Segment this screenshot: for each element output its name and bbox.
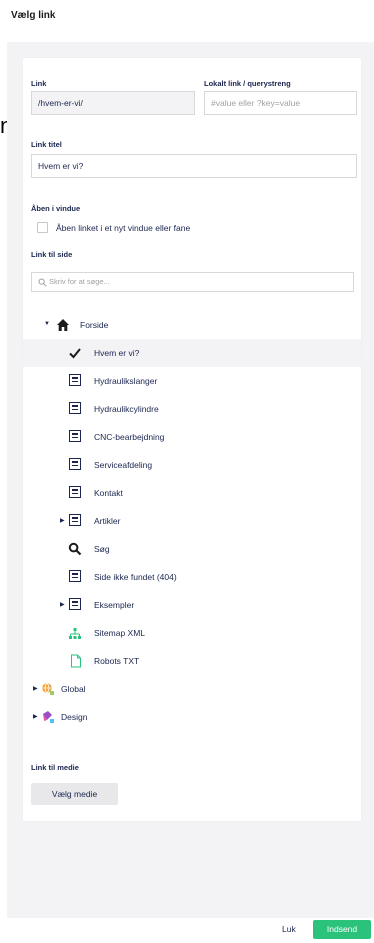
caret-right-icon[interactable]: ▶ bbox=[33, 713, 38, 720]
tree-item-label: Design bbox=[61, 712, 88, 722]
tree-item-hydraulikcylindre[interactable]: Hydraulikcylindre bbox=[23, 395, 361, 423]
tree-item-design[interactable]: ▶ Design bbox=[23, 703, 361, 731]
tree-item-label: Hydraulikslanger bbox=[94, 376, 158, 386]
tree-item-artikler[interactable]: ▶ Artikler bbox=[23, 507, 361, 535]
tree-item-global[interactable]: ▶ Global bbox=[23, 675, 361, 703]
target-label: Åben i vindue bbox=[31, 204, 81, 213]
tree-item-label: Robots TXT bbox=[94, 656, 140, 666]
search-icon bbox=[68, 542, 82, 556]
tree-item-label: Kontakt bbox=[94, 488, 123, 498]
page-icon bbox=[69, 570, 81, 582]
design-icon bbox=[43, 711, 54, 723]
tree-search-input[interactable]: Skriv for at søge... bbox=[31, 272, 354, 292]
search-placeholder: Skriv for at søge... bbox=[49, 277, 110, 286]
caret-down-icon[interactable]: ▼ bbox=[44, 321, 50, 327]
tree-item-sitemap-xml[interactable]: Sitemap XML bbox=[23, 619, 361, 647]
caret-right-icon[interactable]: ▶ bbox=[33, 685, 38, 692]
tree-item-kontakt[interactable]: Kontakt bbox=[23, 479, 361, 507]
tree-item-label: Søg bbox=[94, 544, 110, 554]
tree-item-label: Eksempler bbox=[94, 600, 135, 610]
caret-right-icon[interactable]: ▶ bbox=[60, 517, 65, 524]
tree-item-side-ikke-fundet[interactable]: Side ikke fundet (404) bbox=[23, 563, 361, 591]
tree-item-label: Hvem er vi? bbox=[94, 348, 140, 358]
page-icon bbox=[69, 430, 81, 442]
document-icon bbox=[71, 654, 81, 668]
list-page-icon bbox=[69, 514, 81, 526]
tree-item-eksempler[interactable]: ▶ Eksempler bbox=[23, 591, 361, 619]
tree-item-label: Side ikke fundet (404) bbox=[94, 572, 177, 582]
page-icon bbox=[69, 486, 81, 498]
caret-right-icon[interactable]: ▶ bbox=[60, 601, 65, 608]
anchor-label: Lokalt link / querystreng bbox=[204, 79, 291, 88]
dialog-title: Vælg link bbox=[11, 10, 56, 21]
link-picker-card: Link /hvem-er-vi/ Lokalt link / querystr… bbox=[23, 58, 361, 821]
sitemap-icon bbox=[69, 628, 81, 639]
search-icon bbox=[38, 278, 47, 287]
new-window-checkbox-label[interactable]: Åben linket i et nyt vindue eller fane bbox=[56, 223, 190, 233]
page-icon bbox=[69, 598, 81, 610]
global-icon bbox=[42, 682, 54, 695]
tree-item-robots-txt[interactable]: Robots TXT bbox=[23, 647, 361, 675]
tree-item-hvem-er-vi[interactable]: Hvem er vi? bbox=[23, 339, 361, 367]
tree-item-hydraulikslanger[interactable]: Hydraulikslanger bbox=[23, 367, 361, 395]
link-title-input[interactable]: Hvem er vi? bbox=[31, 154, 357, 178]
tree-item-label: Global bbox=[61, 684, 86, 694]
page-icon bbox=[69, 458, 81, 470]
link-url-field[interactable]: /hvem-er-vi/ bbox=[31, 91, 195, 115]
page-icon bbox=[69, 402, 81, 414]
link-label: Link bbox=[31, 79, 47, 88]
tree-item-forside[interactable]: ▼ Forside bbox=[23, 311, 361, 339]
tree-item-soeg[interactable]: Søg bbox=[23, 535, 361, 563]
page-icon bbox=[69, 374, 81, 386]
page-link-label: Link til side bbox=[31, 250, 73, 259]
checkmark-icon bbox=[69, 348, 81, 359]
tree-item-label: CNC-bearbejdning bbox=[94, 432, 165, 442]
submit-button[interactable]: Indsend bbox=[313, 920, 371, 939]
tree-item-label: Sitemap XML bbox=[94, 628, 146, 638]
tree-item-label: Serviceafdeling bbox=[94, 460, 153, 470]
close-button[interactable]: Luk bbox=[282, 924, 296, 934]
media-label: Link til medie bbox=[31, 763, 79, 772]
tree-item-label: Forside bbox=[80, 320, 109, 330]
tree-item-cnc-bearbejdning[interactable]: CNC-bearbejdning bbox=[23, 423, 361, 451]
anchor-input[interactable]: #value eller ?key=value bbox=[204, 91, 357, 115]
tree-item-serviceafdeling[interactable]: Serviceafdeling bbox=[23, 451, 361, 479]
tree-item-label: Hydraulikcylindre bbox=[94, 404, 159, 414]
new-window-checkbox[interactable] bbox=[37, 222, 48, 233]
choose-media-button[interactable]: Vælg medie bbox=[31, 783, 118, 805]
home-icon bbox=[57, 319, 69, 331]
tree-item-label: Artikler bbox=[94, 516, 121, 526]
link-title-label: Link titel bbox=[31, 140, 62, 149]
